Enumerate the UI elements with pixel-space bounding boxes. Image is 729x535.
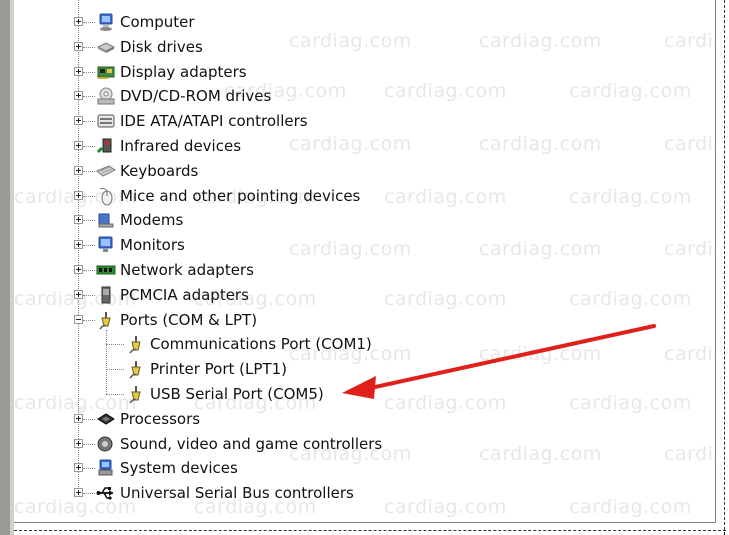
screenshot-border-right xyxy=(724,0,725,535)
screenshot-border-bottom xyxy=(14,530,726,531)
device-manager-tree-panel[interactable]: cardiag.comcardiag.comcardiag.comcardiag… xyxy=(14,0,716,523)
red-arrow-annotation xyxy=(342,324,656,399)
window-left-edge xyxy=(0,0,10,535)
